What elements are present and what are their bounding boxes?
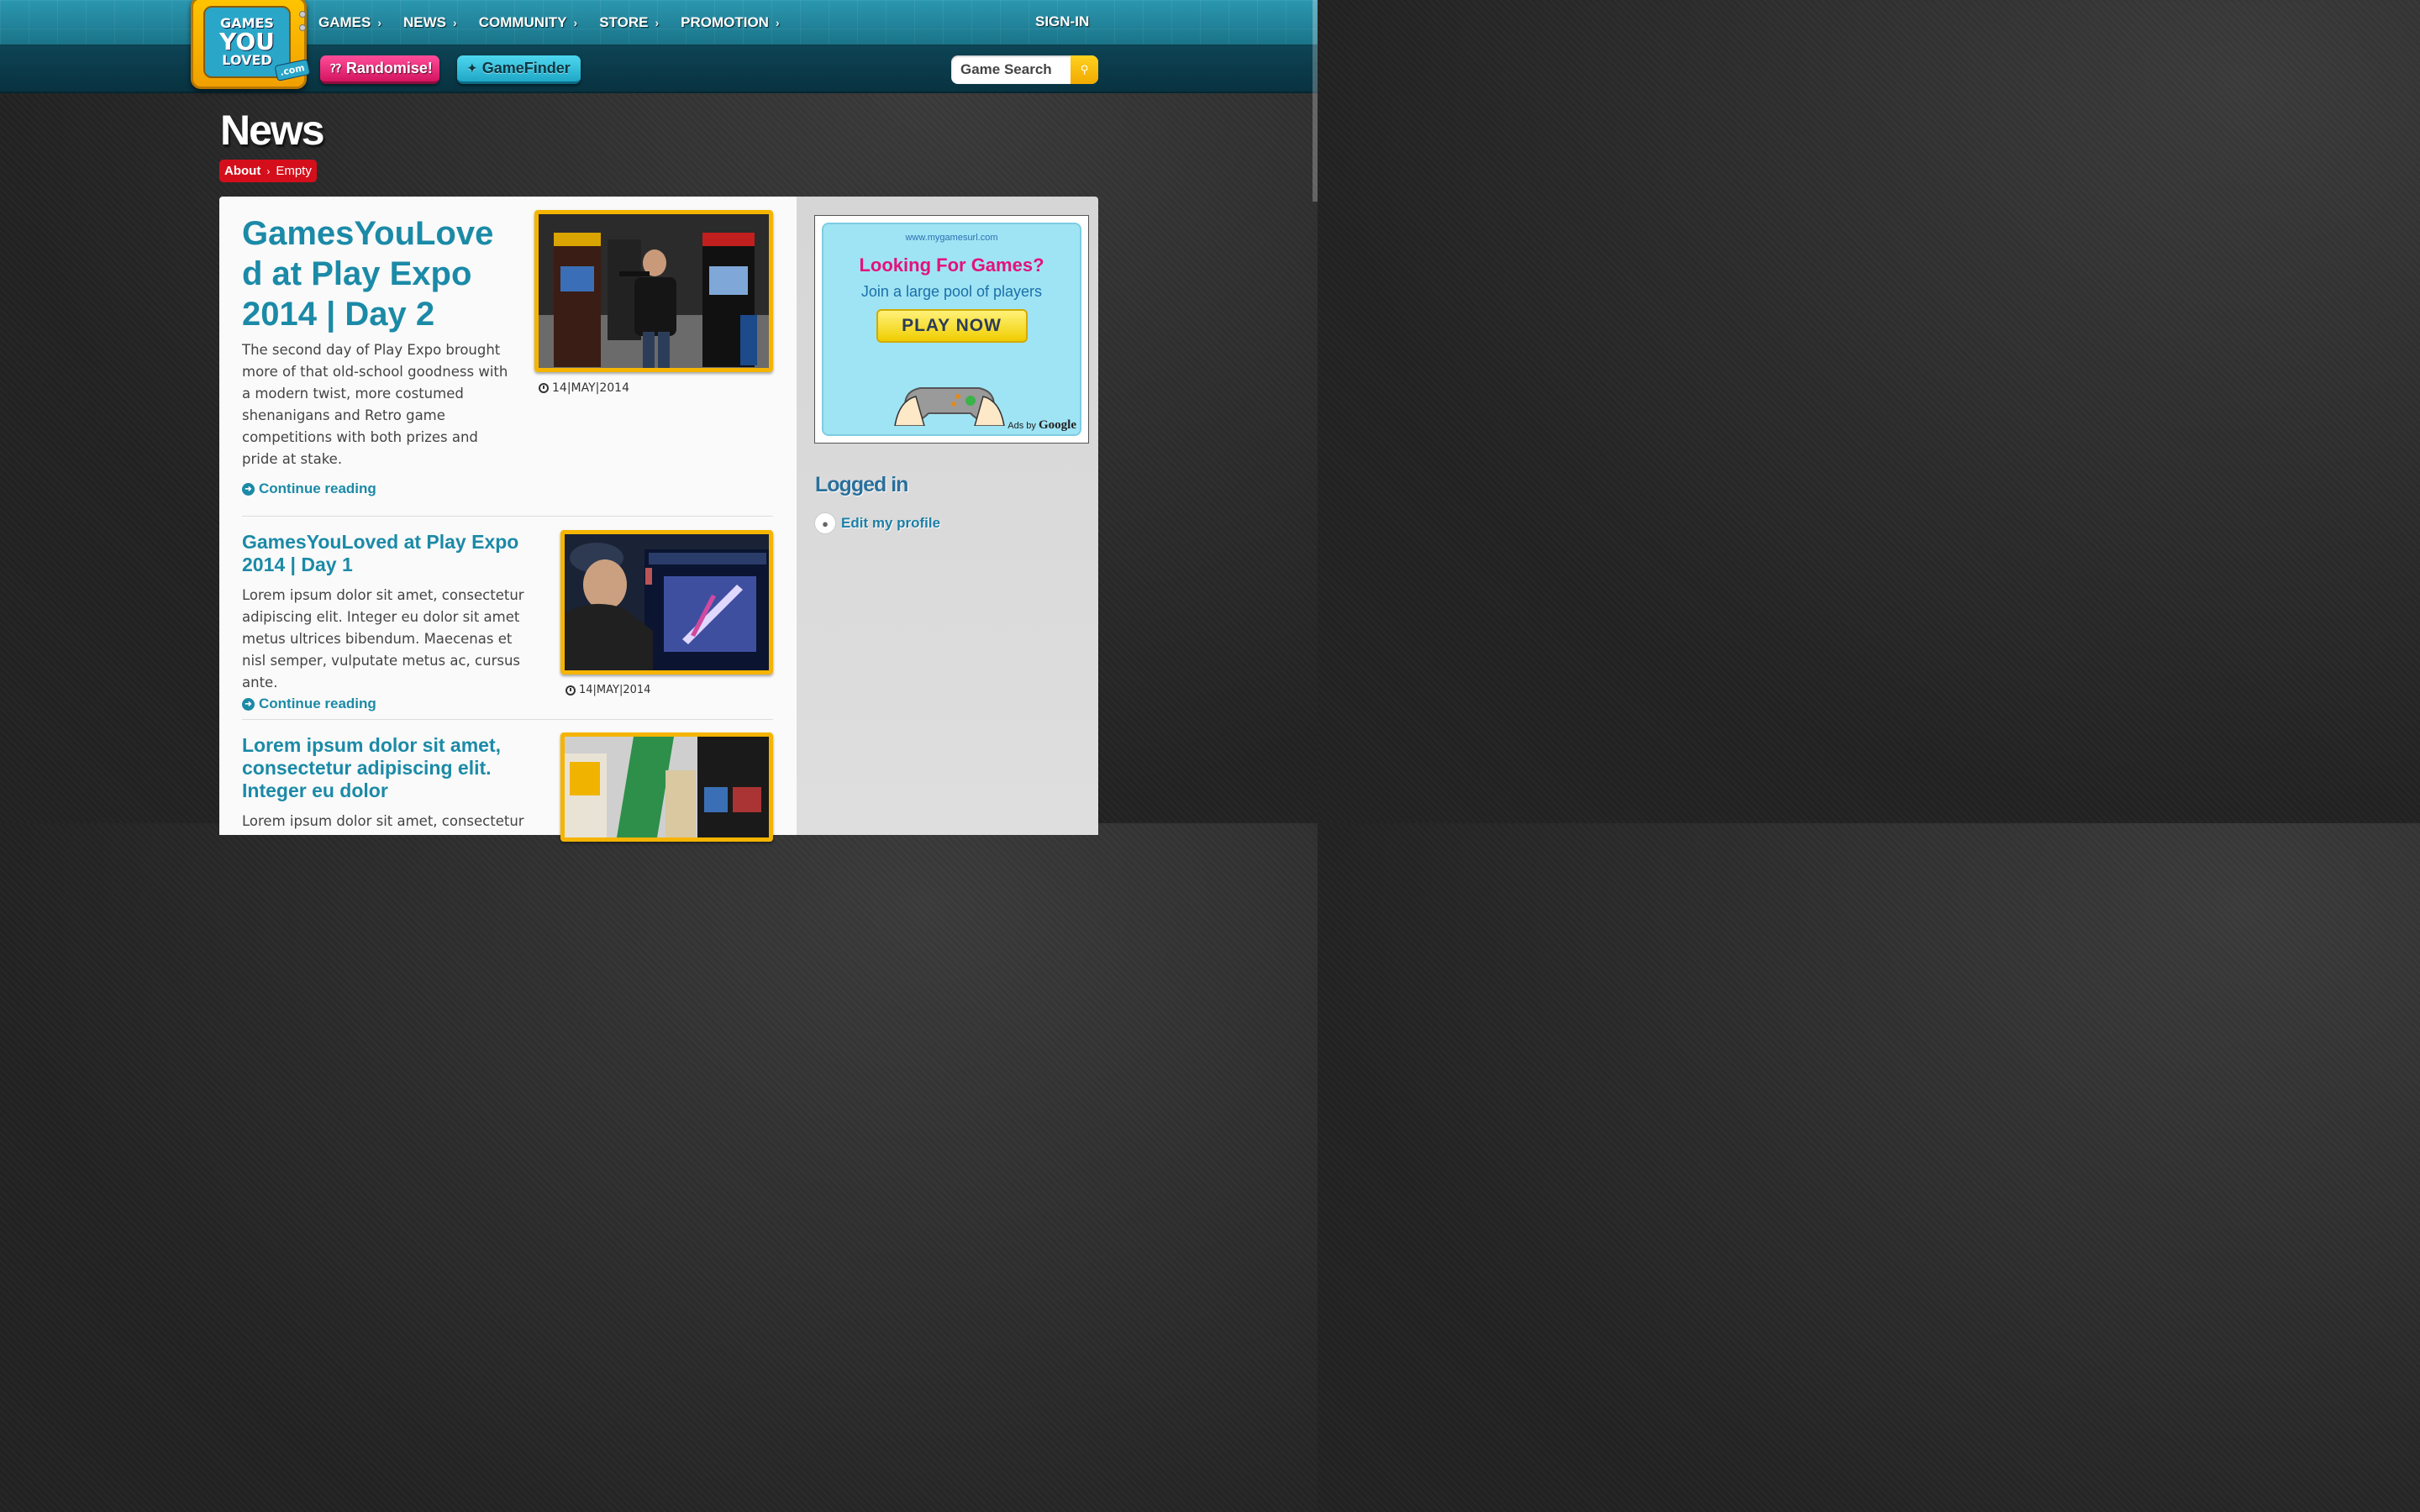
breadcrumb-current: Empty <box>276 164 312 178</box>
divider <box>242 719 773 720</box>
chevron-right-icon: › <box>655 16 660 29</box>
continue-reading-link[interactable]: ➜ Continue reading <box>242 696 773 712</box>
article-image[interactable] <box>534 210 773 372</box>
nav-label: GAMES <box>318 14 371 30</box>
nav-item-promotion[interactable]: PROMOTION › <box>681 14 780 31</box>
chevron-right-icon: › <box>453 16 457 29</box>
page-scrollbar[interactable] <box>1313 0 1318 202</box>
ad-url: www.mygamesurl.com <box>905 233 998 243</box>
logged-in-heading: Logged in <box>815 473 908 496</box>
article-excerpt: Lorem ipsum dolor sit amet, consectetur <box>242 813 524 829</box>
nav-label: PROMOTION <box>681 14 769 30</box>
ad-banner: www.mygamesurl.com Looking For Games? Jo… <box>822 223 1081 436</box>
continue-reading-link[interactable]: ➜ Continue reading <box>242 480 773 497</box>
ad-subline: Join a large pool of players <box>860 283 1043 300</box>
ad-attribution: Ads by Google <box>1007 418 1076 433</box>
logo-line2: YOU <box>219 28 275 55</box>
search-button[interactable]: ⚲ <box>1071 55 1098 84</box>
chevron-right-icon: › <box>377 16 382 29</box>
edit-profile-label: Edit my profile <box>841 515 941 531</box>
advertisement[interactable]: www.mygamesurl.com Looking For Games? Jo… <box>814 215 1089 444</box>
search-icon: ⚲ <box>1080 63 1089 76</box>
ad-brand: Google <box>1039 418 1076 432</box>
ad-play-now-button[interactable]: PLAY NOW <box>876 309 1028 343</box>
game-search: ⚲ <box>951 55 1098 84</box>
article-image[interactable] <box>560 530 773 675</box>
expo-photo-illustration <box>565 737 769 837</box>
chevron-right-icon: › <box>266 165 271 177</box>
gamepad-icon: ✦ <box>467 61 477 75</box>
nav-item-store[interactable]: STORE › <box>599 14 659 31</box>
main-nav: GAMES › NEWS › COMMUNITY › STORE › PROMOTION… <box>318 0 802 45</box>
article-title-line: 2014 | Day 2 <box>242 296 435 333</box>
arrow-circle-right-icon: ➜ <box>242 482 255 496</box>
news-list: GamesYouLove d at Play Expo 2014 | Day 2… <box>219 197 797 842</box>
arcade-photo-illustration <box>539 214 769 368</box>
nav-label: STORE <box>599 14 649 30</box>
arrow-circle-right-icon: ➜ <box>242 697 255 711</box>
divider <box>242 516 773 517</box>
gamefinder-button[interactable]: ✦ GameFinder <box>457 55 581 84</box>
continue-label: Continue reading <box>259 480 376 496</box>
nav-item-news[interactable]: NEWS › <box>403 14 457 31</box>
breadcrumb: About › Empty <box>219 160 317 182</box>
article-title[interactable]: Lorem ipsum dolor sit amet, consectetur … <box>242 734 519 802</box>
logo-line3: LOVED <box>222 52 272 68</box>
site-logo[interactable]: GAMES YOU LOVED .com <box>191 0 311 89</box>
edit-profile-link[interactable]: ● Edit my profile <box>814 512 940 534</box>
arcade-photo-illustration <box>565 534 769 670</box>
gamefinder-label: GameFinder <box>481 60 571 76</box>
article-image[interactable] <box>560 732 773 842</box>
article-excerpt: Lorem ipsum dolor sit amet, consectetur … <box>242 587 524 690</box>
dice-icon: ⁇ <box>330 61 341 75</box>
nav-item-community[interactable]: COMMUNITY › <box>479 14 578 31</box>
randomise-label: Randomise! <box>345 60 433 76</box>
logo-knob <box>299 11 306 18</box>
page-title: News <box>220 107 325 154</box>
nav-item-games[interactable]: GAMES › <box>318 14 381 31</box>
nav-label: NEWS <box>403 14 447 30</box>
ad-by-label: Ads by <box>1007 421 1036 431</box>
date-text: 14|MAY|2014 <box>579 684 651 696</box>
randomise-button[interactable]: ⁇ Randomise! <box>320 55 439 84</box>
continue-label: Continue reading <box>259 696 376 711</box>
nav-label: COMMUNITY <box>478 14 567 30</box>
article-date: 14|MAY|2014 <box>566 684 650 696</box>
article-title[interactable]: GamesYouLoved at Play Expo 2014 | Day 1 <box>242 531 536 576</box>
chevron-right-icon: › <box>573 16 578 29</box>
ad-headline: Looking For Games? <box>859 255 1044 276</box>
article-title[interactable]: GamesYouLove d at Play Expo 2014 | Day 2 <box>242 213 511 334</box>
article-date: 14|MAY|2014 <box>539 381 629 395</box>
chevron-right-icon: › <box>775 16 780 29</box>
avatar-icon: ● <box>814 512 836 534</box>
article-excerpt: The second day of Play Expo brought more… <box>242 342 508 467</box>
article-title-line: d at Play Expo <box>242 255 472 292</box>
breadcrumb-root[interactable]: About <box>224 164 260 178</box>
article-title-line: GamesYouLove <box>242 215 494 252</box>
gamepad-icon <box>894 387 1005 426</box>
sign-in-link[interactable]: SIGN-IN <box>1035 13 1089 30</box>
logo-knob <box>299 24 306 31</box>
clock-icon <box>539 383 549 393</box>
clock-icon <box>566 685 576 696</box>
search-input[interactable] <box>951 55 1071 84</box>
date-text: 14|MAY|2014 <box>552 381 629 395</box>
